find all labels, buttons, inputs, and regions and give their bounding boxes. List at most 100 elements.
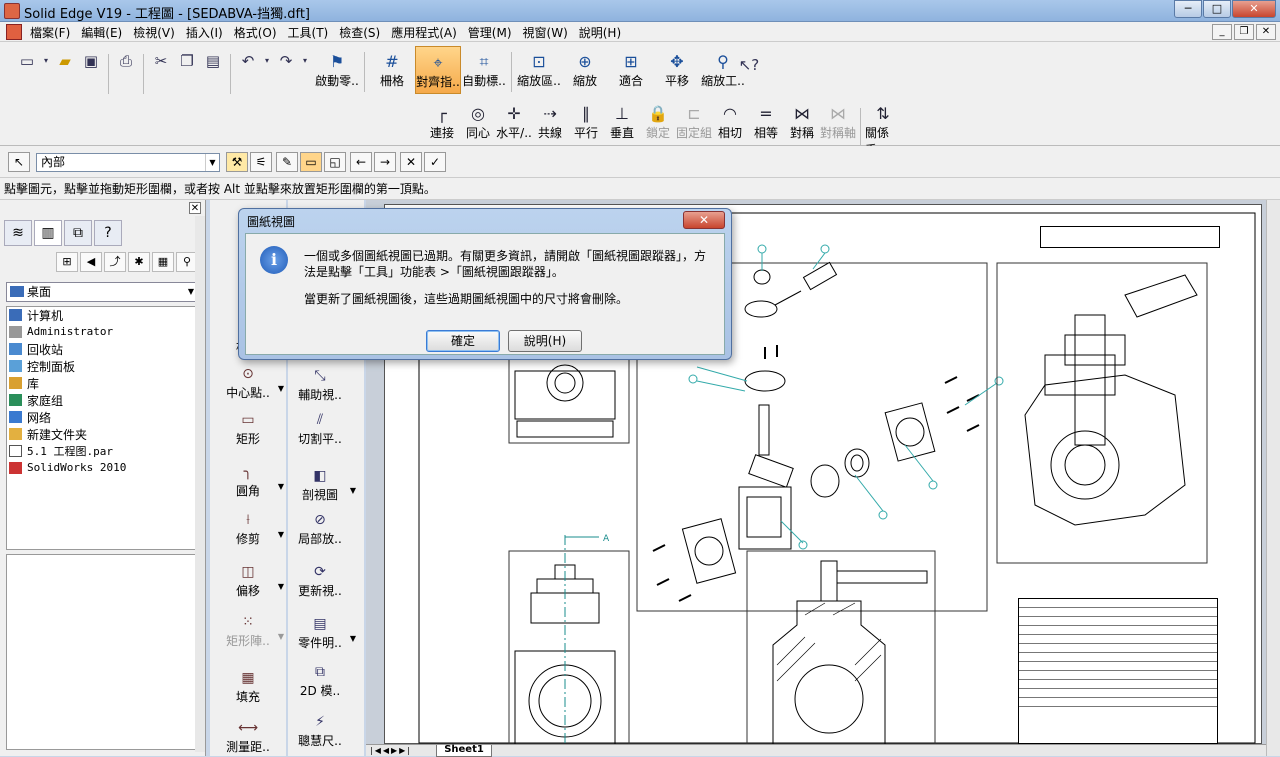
doc-restore-button[interactable]: ❐ [1234,24,1254,40]
dialog-close-button[interactable]: ✕ [683,211,725,229]
tab-layers-icon[interactable]: ≋ [4,220,32,246]
tab-library-icon[interactable]: ▥ [34,220,62,246]
tab-help-icon[interactable]: ? [94,220,122,246]
relationship-button[interactable]: ⋈ 對稱軸 [820,102,856,142]
draw-tool-button[interactable]: ▦ 填充 [216,670,280,705]
tree-item[interactable]: 控制面板 [7,358,197,375]
relationship-button[interactable]: ∥ 平行 [568,102,604,142]
menu-item[interactable]: 工具(T) [288,24,329,41]
minimize-button[interactable]: ─ [1174,0,1202,18]
toolbar-button[interactable]: ⌖ 對齊指.. [415,46,461,94]
undo-icon[interactable]: ↶ [235,48,261,74]
menu-item[interactable]: 檢視(V) [133,24,175,41]
close-pane-icon[interactable]: ✕ [189,202,201,214]
views-icon[interactable]: ▦ [152,252,174,272]
toolbar-button[interactable]: ⌗ 自動標.. [461,46,507,94]
tree-item[interactable]: 新建文件夹 [7,426,197,443]
relationship-button[interactable]: ◎ 同心 [460,102,496,142]
menu-item[interactable]: 說明(H) [579,24,621,41]
maximize-button[interactable]: □ [1203,0,1231,18]
tree-item[interactable]: 网络 [7,409,197,426]
view-tool-button[interactable]: ⫽ 切割平.. [288,412,352,447]
tree-item[interactable]: Administrator [7,324,197,341]
menu-item[interactable]: 檔案(F) [30,24,70,41]
relationship-button[interactable]: = 相等 [748,102,784,142]
menu-item[interactable]: 視窗(W) [523,24,568,41]
ok-button[interactable]: 確定 [426,330,500,352]
canvas-scrollbar[interactable] [1266,200,1280,756]
up-folder-icon[interactable]: ⤴ [104,252,126,272]
cut-icon[interactable]: ✂ [148,48,174,74]
tree-item[interactable]: 5.1 工程图.par [7,443,197,460]
whats-this-icon[interactable]: ↖? [736,52,762,78]
fence-inside-icon[interactable]: ▭ [300,152,322,172]
sheet-tab[interactable]: Sheet1 [436,745,492,757]
pane-scrollbar[interactable] [195,216,205,752]
relationship-button[interactable]: ┌ 連接 [424,102,460,142]
relationship-button[interactable]: ✛ 水平/.. [496,102,532,142]
back-icon[interactable]: ← [350,152,372,172]
tab-groups-icon[interactable]: ⧉ [64,220,92,246]
toolbar-button[interactable]: ⊡ 縮放區.. [516,46,562,94]
doc-minimize-button[interactable]: _ [1212,24,1232,40]
draw-tool-button[interactable]: ⁙ 矩形陣.. ▼ [216,614,284,649]
accept-icon[interactable]: ✓ [424,152,446,172]
view-tool-button[interactable]: ◧ 剖視圖 ▼ [288,468,356,503]
menu-item[interactable]: 檢查(S) [339,24,380,41]
draw-tool-button[interactable]: ⟷ 測量距.. [216,720,280,755]
view-tool-button[interactable]: ▤ 零件明.. ▼ [288,616,356,651]
draw-tool-button[interactable]: ◫ 偏移 ▼ [216,564,284,599]
relationship-button[interactable]: 🔒 鎖定 [640,102,676,142]
toolbar-button[interactable]: ✥ 平移 [654,46,700,94]
back-nav-icon[interactable]: ◀ [80,252,102,272]
view-icon[interactable]: ⊞ [56,252,78,272]
tree-item[interactable]: 回收站 [7,341,197,358]
menu-item[interactable]: 插入(I) [186,24,223,41]
view-tool-button[interactable]: ⚡ 聰慧尺.. [288,714,352,749]
draw-tool-button[interactable]: ⊙ 中心點.. ▼ [216,366,284,401]
dropdown-icon[interactable]: ▾ [40,48,52,74]
close-button[interactable]: ✕ [1232,0,1276,18]
redo-dropdown-icon[interactable]: ▾ [299,48,311,74]
copy-icon[interactable]: ❐ [174,48,200,74]
draw-tool-button[interactable]: ▭ 矩形 [216,412,280,447]
sheet-nav-icon[interactable]: |◀◀▶▶| [370,746,412,755]
tree-item[interactable]: 库 [7,375,197,392]
relationship-button[interactable]: ◠ 相切 [712,102,748,142]
relationship-button[interactable]: ⊥ 垂直 [604,102,640,142]
help-button[interactable]: 說明(H) [508,330,582,352]
forward-icon[interactable]: → [374,152,396,172]
location-select[interactable]: 桌面 ▼ [6,282,198,302]
new-file-icon[interactable]: ▭ [14,48,40,74]
print-icon[interactable]: ⎙ [113,48,139,74]
view-tool-button[interactable]: ⤡ 輔助視.. [288,368,352,403]
doc-close-button[interactable]: ✕ [1256,24,1276,40]
layer-tool-icon[interactable]: ⚒ [226,152,248,172]
tree-item[interactable]: 计算机 [7,307,197,324]
draw-tool-button[interactable]: ⟊ 修剪 ▼ [216,512,284,547]
layer-select[interactable]: 內部 ▼ [36,153,220,172]
view-tool-button[interactable]: ⧉ 2D 模.. [288,664,352,699]
view-tool-button[interactable]: ⟳ 更新視.. [288,564,352,599]
relationship-button[interactable]: ⊏ 固定組 [676,102,712,142]
select-tool-icon[interactable]: ↖ [8,152,30,172]
new-folder-icon[interactable]: ✱ [128,252,150,272]
save-icon[interactable]: ▣ [78,48,104,74]
document-icon[interactable] [6,24,22,40]
toolbar-button[interactable]: ⊞ 適合 [608,46,654,94]
undo-dropdown-icon[interactable]: ▾ [261,48,273,74]
tree-item[interactable]: 家庭组 [7,392,197,409]
toolbar-button[interactable]: # 柵格 [369,46,415,94]
relationship-button[interactable]: ⇅關係手.. [865,102,901,157]
tree-item[interactable]: SolidWorks 2010 [7,460,197,477]
open-folder-icon[interactable]: ▰ [52,48,78,74]
menu-item[interactable]: 應用程式(A) [391,24,457,41]
toolbar-button[interactable]: ⚑ 啟動零.. [314,46,360,94]
filter-icon[interactable]: ⚟ [250,152,272,172]
toolbar-button[interactable]: ⊕ 縮放 [562,46,608,94]
cancel-icon[interactable]: ✕ [400,152,422,172]
menu-item[interactable]: 管理(M) [468,24,512,41]
relationship-button[interactable]: ⋈ 對稱 [784,102,820,142]
menu-item[interactable]: 格式(O) [234,24,277,41]
select-mode-icon[interactable]: ✎ [276,152,298,172]
